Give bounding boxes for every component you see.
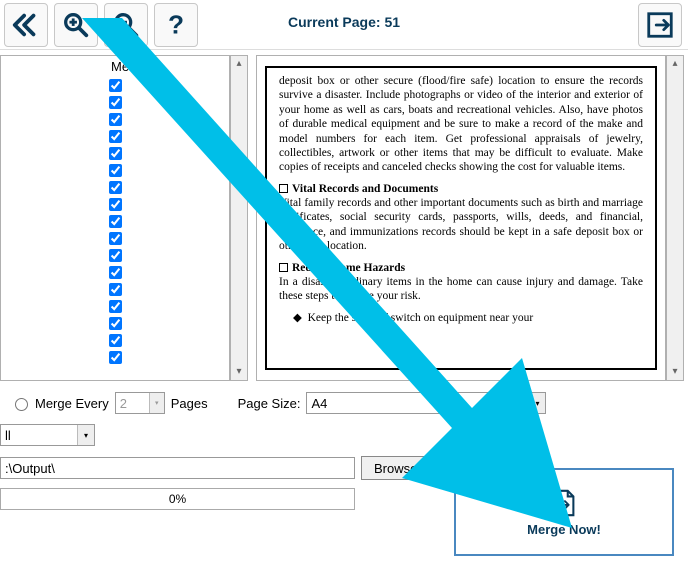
list-item[interactable] — [109, 332, 229, 349]
merge-every-radio-input[interactable] — [15, 398, 28, 411]
preview-bullet: Keep the shut-off switch on equipment ne… — [308, 312, 534, 324]
list-item[interactable] — [109, 162, 229, 179]
page-checkbox[interactable] — [109, 181, 122, 194]
output-path-value: :\Output\ — [5, 461, 55, 476]
preview-text: deposit box or other secure (flood/fire … — [279, 74, 643, 175]
list-item[interactable] — [109, 111, 229, 128]
help-button[interactable]: ? — [154, 3, 198, 47]
back-button[interactable] — [4, 3, 48, 47]
zoom-out-button[interactable] — [104, 3, 148, 47]
page-size-select[interactable]: A4 ▾ — [306, 392, 546, 414]
current-page-label: Current Page: 51 — [288, 14, 400, 30]
page-list-scrollbar[interactable]: ▴ ▾ — [230, 55, 248, 381]
scroll-up-icon[interactable]: ▴ — [667, 56, 683, 72]
progress-text: 0% — [169, 492, 186, 506]
browse-button[interactable]: Browse — [361, 456, 430, 480]
page-checkbox[interactable] — [109, 164, 122, 177]
page-checkbox[interactable] — [109, 266, 122, 279]
list-item[interactable] — [109, 281, 229, 298]
list-item[interactable] — [109, 94, 229, 111]
list-item[interactable] — [109, 145, 229, 162]
svg-text:?: ? — [168, 10, 184, 39]
preview-panel: deposit box or other secure (flood/fire … — [256, 55, 666, 381]
chevron-down-icon[interactable]: ▾ — [149, 393, 164, 413]
pages-label: Pages — [171, 396, 208, 411]
list-item[interactable] — [109, 315, 229, 332]
chevron-down-icon[interactable]: ▾ — [77, 425, 94, 445]
page-checkbox[interactable] — [109, 147, 122, 160]
page-checkbox[interactable] — [109, 232, 122, 245]
page-list-panel: Merge — [0, 55, 230, 381]
unit-select[interactable]: ll ▾ — [0, 424, 95, 446]
preview-sec1-body: Vital family records and other important… — [279, 197, 643, 252]
page-size-label: Page Size: — [238, 396, 301, 411]
page-checkbox[interactable] — [109, 300, 122, 313]
page-check-list — [1, 77, 229, 380]
progress-bar: 0% — [0, 488, 355, 510]
bullet-icon: ◆ — [293, 312, 308, 324]
page-size-value: A4 — [311, 396, 327, 411]
scroll-down-icon[interactable]: ▾ — [231, 364, 247, 380]
page-checkbox[interactable] — [109, 113, 122, 126]
merge-document-icon — [549, 488, 579, 518]
zoom-in-button[interactable] — [54, 3, 98, 47]
list-item[interactable] — [109, 298, 229, 315]
list-item[interactable] — [109, 196, 229, 213]
page-checkbox[interactable] — [109, 79, 122, 92]
merge-every-label: Merge Every — [35, 396, 109, 411]
merge-every-value: 2 — [120, 396, 127, 411]
merge-every-spinner[interactable]: 2 ▾ — [115, 392, 165, 414]
page-checkbox[interactable] — [109, 215, 122, 228]
preview-sec1-title: Vital Records and Documents — [292, 183, 438, 195]
list-item[interactable] — [109, 349, 229, 366]
list-item[interactable] — [109, 128, 229, 145]
merge-every-radio[interactable]: Merge Every — [10, 395, 109, 411]
merge-now-label: Merge Now! — [527, 522, 601, 537]
list-item[interactable] — [109, 179, 229, 196]
exit-icon — [645, 10, 675, 40]
scroll-up-icon[interactable]: ▴ — [231, 56, 247, 72]
scroll-down-icon[interactable]: ▾ — [667, 364, 683, 380]
list-item[interactable] — [109, 264, 229, 281]
page-checkbox[interactable] — [109, 317, 122, 330]
checkbox-icon — [279, 184, 288, 193]
page-checkbox[interactable] — [109, 334, 122, 347]
exit-button[interactable] — [638, 3, 682, 47]
page-checkbox[interactable] — [109, 130, 122, 143]
chevron-down-icon[interactable]: ▾ — [528, 393, 545, 413]
page-checkbox[interactable] — [109, 198, 122, 211]
zoom-out-icon — [111, 10, 141, 40]
preview-scrollbar[interactable]: ▴ ▾ — [666, 55, 684, 381]
merge-column-header: Merge — [1, 56, 229, 77]
page-checkbox[interactable] — [109, 283, 122, 296]
question-icon: ? — [161, 10, 191, 40]
preview-sec2-body: In a disaster, ordinary items in the hom… — [279, 276, 643, 302]
zoom-in-icon — [61, 10, 91, 40]
page-checkbox[interactable] — [109, 351, 122, 364]
checkbox-icon — [279, 263, 288, 272]
list-item[interactable] — [109, 77, 229, 94]
merge-now-button[interactable]: Merge Now! — [454, 468, 674, 556]
unit-value: ll — [5, 428, 11, 443]
browse-label: Browse — [374, 461, 417, 476]
page-checkbox[interactable] — [109, 96, 122, 109]
list-item[interactable] — [109, 230, 229, 247]
page-preview: deposit box or other secure (flood/fire … — [265, 66, 657, 370]
list-item[interactable] — [109, 247, 229, 264]
preview-sec2-title: Reduce Home Hazards — [292, 262, 405, 274]
list-item[interactable] — [109, 213, 229, 230]
undo-double-icon — [11, 10, 41, 40]
output-path-input[interactable]: :\Output\ — [0, 457, 355, 479]
page-checkbox[interactable] — [109, 249, 122, 262]
